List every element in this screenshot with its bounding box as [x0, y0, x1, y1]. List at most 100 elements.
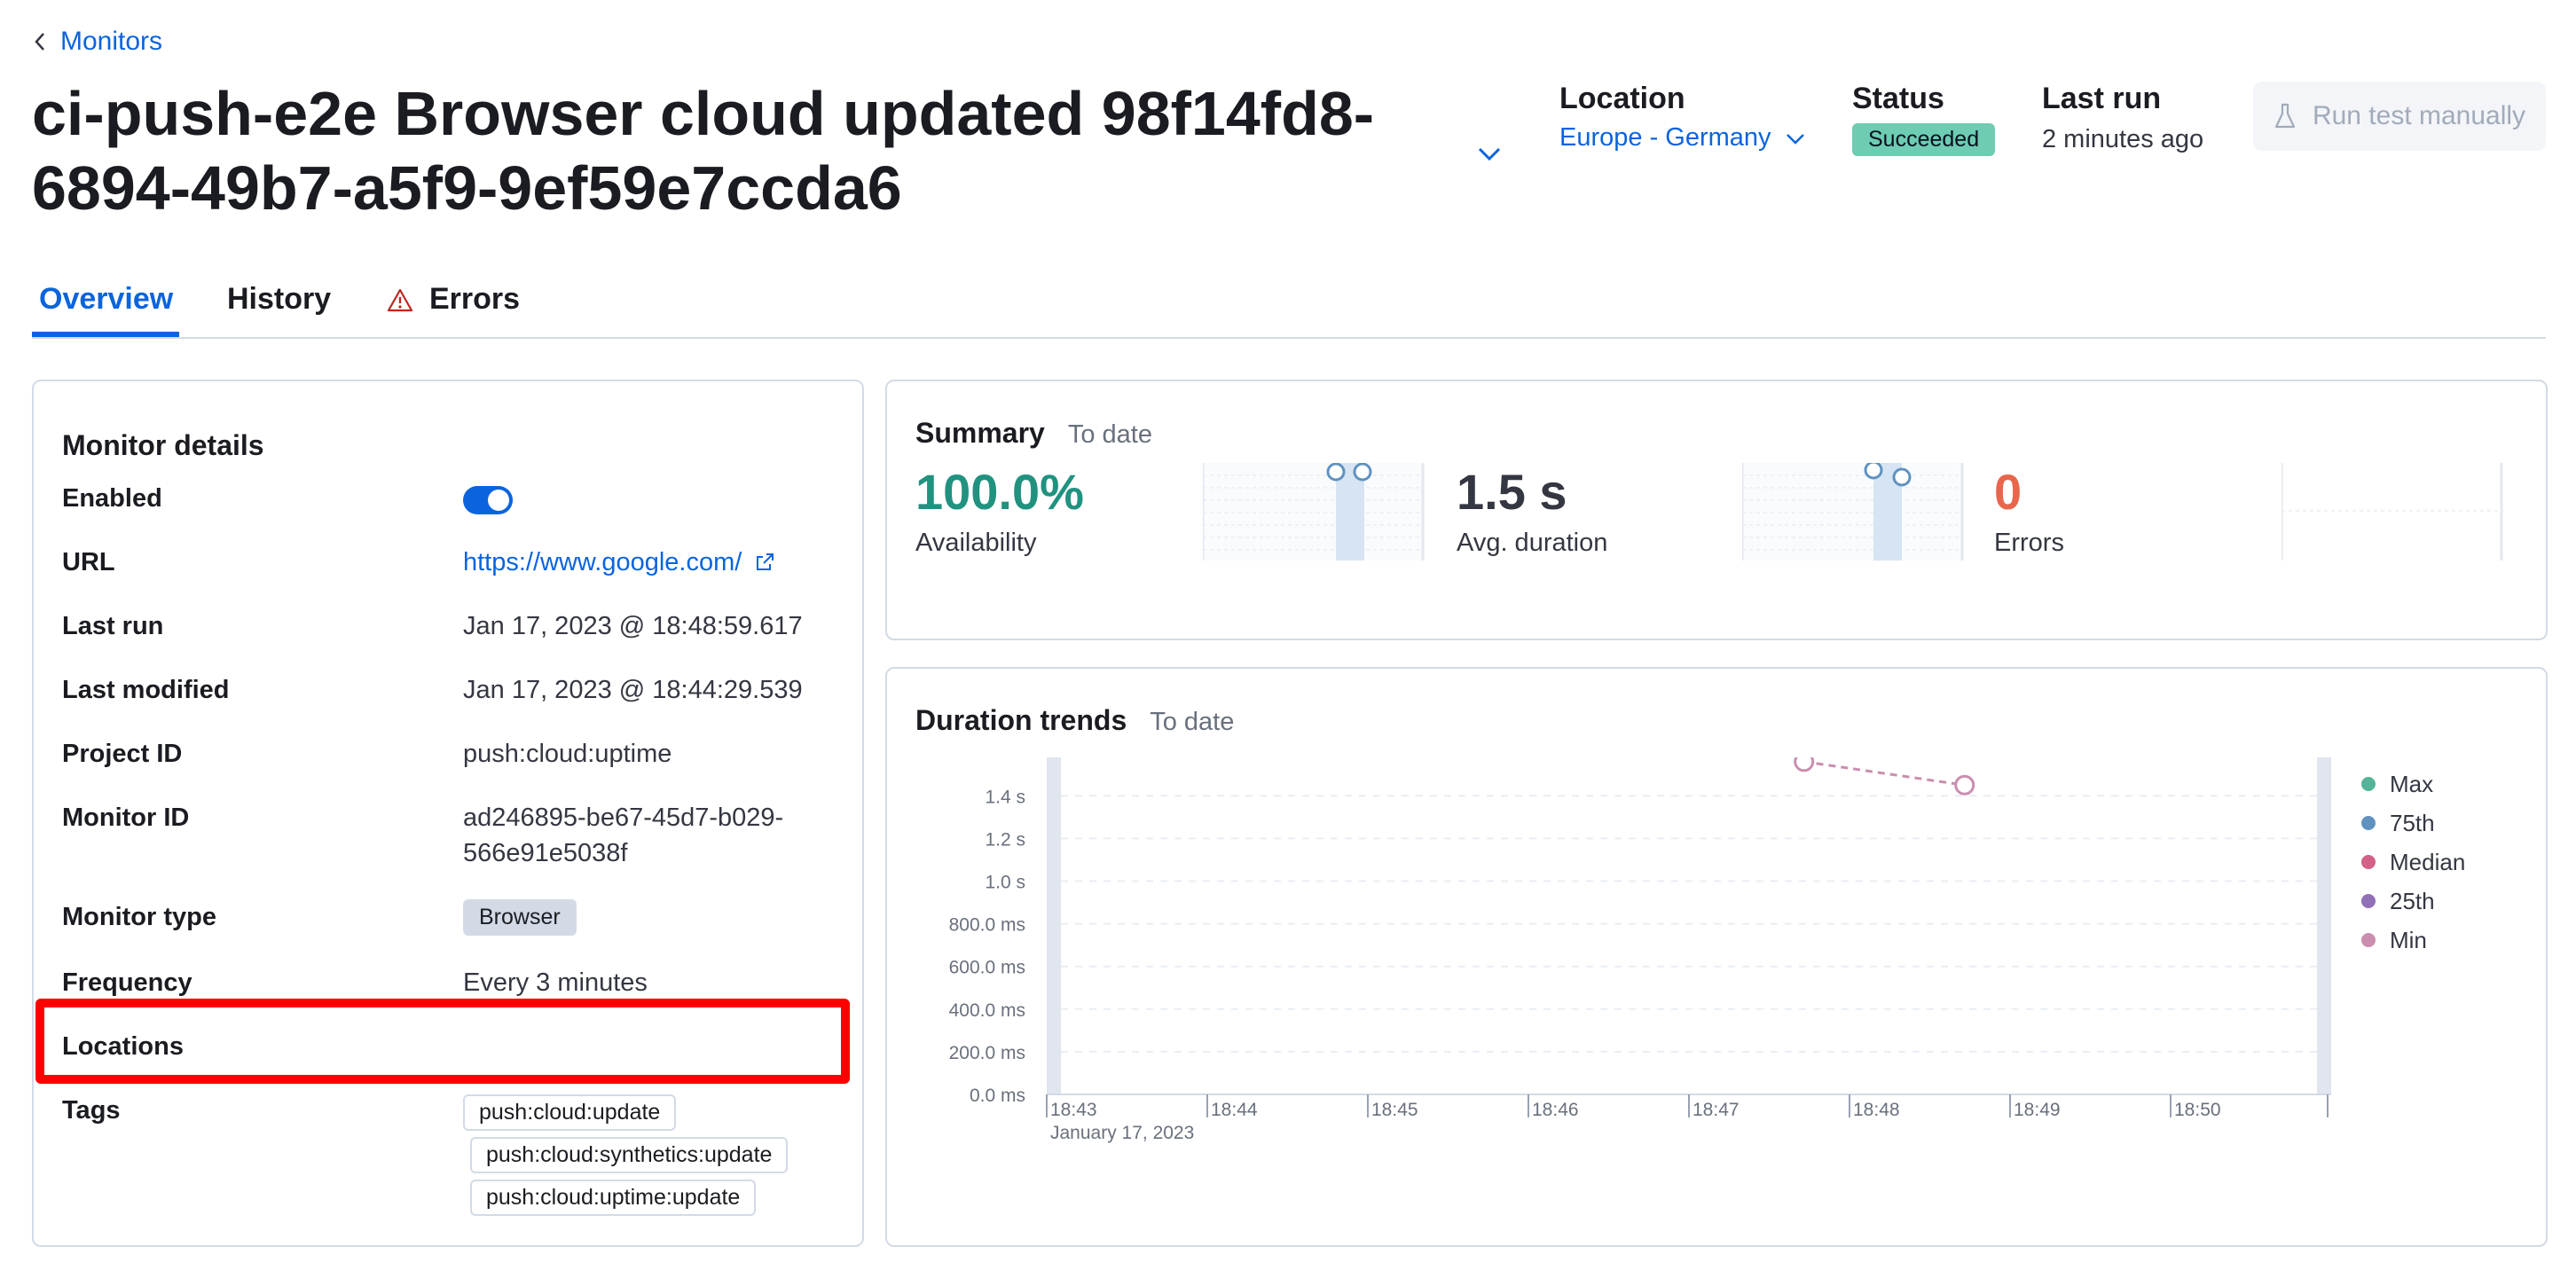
back-link-label: Monitors: [60, 27, 163, 56]
legend-label: Min: [2390, 926, 2427, 953]
availability-sparkline: [1203, 463, 1425, 561]
tag-badge[interactable]: push:cloud:update: [463, 1094, 677, 1131]
last-modified-value: Jan 17, 2023 @ 18:44:29.539: [463, 676, 803, 704]
tag-badge[interactable]: push:cloud:synthetics:update: [470, 1137, 789, 1173]
y-tick-label: 600.0 ms: [949, 958, 1025, 978]
status-badge: Succeeded: [1852, 123, 1996, 156]
external-link-icon: [757, 553, 774, 570]
beaker-icon: [2274, 103, 2296, 129]
tab-bar: Overview History Errors: [32, 275, 2546, 339]
tab-history[interactable]: History: [227, 282, 331, 317]
x-tick-label: 18:44: [1211, 1100, 1258, 1120]
duration-trends-panel: Duration trends To date 0.0 ms 200.0 ms 40…: [885, 667, 2548, 1247]
summary-title: Summary: [915, 417, 1045, 449]
location-label: Location: [1559, 82, 1685, 115]
locations-highlight-box: [35, 999, 850, 1084]
y-tick-label: 800.0 ms: [949, 915, 1025, 936]
y-tick-label: 200.0 ms: [949, 1043, 1025, 1063]
legend-label: 75th: [2390, 809, 2435, 836]
tab-errors[interactable]: Errors: [387, 282, 520, 317]
errors-value: 0: [1994, 464, 2022, 520]
toggle-knob: [488, 490, 509, 511]
data-point: [1794, 757, 1815, 772]
legend-swatch: [2361, 816, 2376, 830]
legend-item[interactable]: 75th: [2361, 804, 2465, 843]
back-to-monitors-link[interactable]: Monitors: [32, 27, 162, 57]
summary-panel: Summary To date 100.0% Availability 1.5 …: [885, 380, 2548, 640]
monitor-id-label: Monitor ID: [62, 804, 190, 832]
chart-left-band: [1047, 757, 1061, 1094]
monitor-type-badge: Browser: [463, 899, 577, 936]
last-run-label: Last run: [2042, 82, 2162, 115]
chevron-down-icon: [1786, 133, 1804, 145]
data-point: [1954, 774, 1975, 796]
tab-label: History: [227, 282, 332, 316]
x-tick-label: 18:50: [2174, 1100, 2221, 1120]
duration-sparkline: [1742, 463, 1964, 561]
enabled-label: Enabled: [62, 484, 162, 513]
monitor-type-label: Monitor type: [62, 903, 216, 931]
chart-right-band: [2317, 757, 2331, 1094]
tags-label: Tags: [62, 1096, 121, 1125]
legend-swatch: [2361, 933, 2376, 947]
errors-sparkline: [2281, 463, 2503, 561]
tab-label: Overview: [39, 282, 174, 316]
duration-trends-title: Duration trends: [915, 704, 1127, 736]
x-tick-label: 18:46: [1532, 1100, 1579, 1120]
last-run-label: Last run: [62, 612, 164, 640]
legend-swatch: [2361, 855, 2376, 869]
tag-badge[interactable]: push:cloud:uptime:update: [470, 1180, 757, 1216]
x-tick-label: 18:47: [1692, 1100, 1740, 1120]
legend-item[interactable]: 25th: [2361, 882, 2465, 921]
chevron-down-icon[interactable]: [1473, 140, 1506, 167]
location-section: Location Europe - Germany: [1559, 82, 1807, 153]
url-label: URL: [62, 548, 115, 576]
avg-duration-value: 1.5 s: [1457, 464, 1567, 520]
legend-item[interactable]: Median: [2361, 843, 2465, 882]
legend-label: Median: [2390, 848, 2466, 875]
legend-item[interactable]: Max: [2361, 764, 2465, 804]
monitor-id-value: ad246895-be67-45d7-b029- 566e91e5038f: [463, 800, 783, 871]
status-label: Status: [1852, 82, 1944, 115]
y-tick-label: 1.2 s: [985, 829, 1025, 850]
summary-subtitle: To date: [1067, 420, 1152, 449]
monitor-id-line: 566e91e5038f: [463, 839, 628, 867]
legend-swatch: [2361, 777, 2376, 791]
y-tick-label: 1.0 s: [985, 872, 1025, 892]
warning-icon: [387, 288, 413, 311]
last-modified-label: Last modified: [62, 676, 230, 704]
enabled-toggle[interactable]: [463, 486, 513, 514]
errors-label: Errors: [1994, 529, 2064, 557]
monitor-details-title: Monitor details: [62, 429, 264, 461]
x-tick-label: 18:45: [1371, 1100, 1418, 1120]
active-tab-indicator: [32, 332, 179, 337]
run-test-label: Run test manually: [2312, 101, 2526, 130]
legend-label: 25th: [2390, 887, 2435, 914]
duration-trends-subtitle: To date: [1150, 708, 1235, 736]
x-tick-label: 18:43: [1050, 1100, 1097, 1120]
run-test-manually-button[interactable]: Run test manually: [2253, 82, 2546, 151]
avg-duration-label: Avg. duration: [1457, 529, 1608, 557]
last-run-value: 2 minutes ago: [2042, 125, 2204, 153]
availability-value: 100.0%: [915, 464, 1084, 520]
monitor-id-line: ad246895-be67-45d7-b029-: [463, 804, 784, 832]
x-tick-label: 18:49: [2014, 1100, 2061, 1120]
legend-label: Max: [2390, 770, 2434, 797]
availability-label: Availability: [915, 529, 1037, 557]
chart-legend: Max 75th Median 25th Min: [2361, 764, 2465, 960]
last-run-value: Jan 17, 2023 @ 18:48:59.617: [463, 612, 803, 640]
chevron-left-icon: [35, 33, 44, 51]
page-title: ci-push-e2e Browser cloud updated 98f14f…: [32, 79, 1375, 223]
x-tick-label: 18:48: [1853, 1100, 1900, 1120]
location-select[interactable]: Europe - Germany: [1559, 123, 1807, 153]
legend-swatch: [2361, 894, 2376, 908]
last-run-section: Last run 2 minutes ago: [2042, 82, 2203, 154]
duration-trends-chart: 0.0 ms 200.0 ms 400.0 ms 600.0 ms 800.0 ms 1.…: [949, 757, 2331, 1143]
tab-overview[interactable]: Overview: [39, 282, 173, 317]
legend-item[interactable]: Min: [2361, 921, 2465, 960]
x-axis-date-label: January 17, 2023: [1050, 1123, 1194, 1143]
y-tick-label: 400.0 ms: [949, 1000, 1025, 1021]
monitor-url-link[interactable]: https://www.google.com/: [463, 545, 775, 580]
series-line: [1803, 760, 1965, 787]
frequency-value: Every 3 minutes: [463, 968, 648, 997]
